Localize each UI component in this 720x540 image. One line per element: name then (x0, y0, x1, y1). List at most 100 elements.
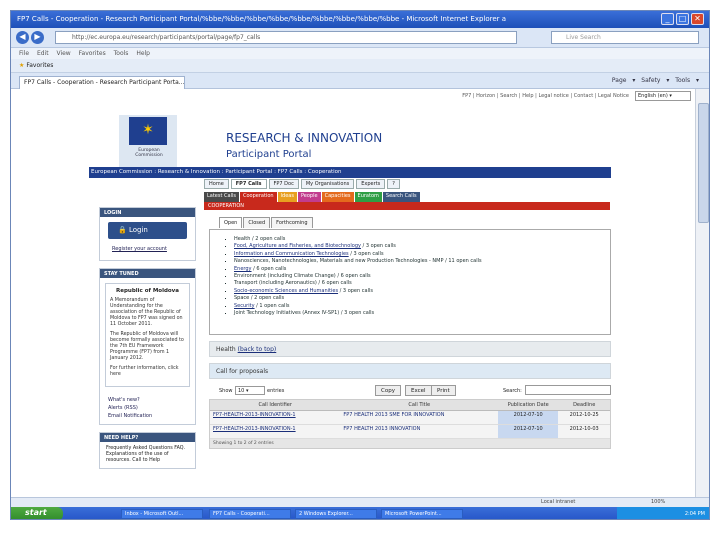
taskbar-item[interactable]: FP7 Calls - Cooperati... (209, 509, 291, 519)
theme-name[interactable]: Energy (234, 266, 252, 272)
url-input[interactable]: http://ec.europa.eu/research/participant… (55, 31, 517, 44)
theme-name[interactable]: Space (234, 295, 249, 301)
login-button[interactable]: 🔒 Login (108, 222, 187, 239)
login-header: LOGIN (100, 208, 195, 217)
call-id-cell[interactable]: FP7-HEALTH-2013-INNOVATION-1 (210, 424, 341, 439)
language-value: English (en) (638, 93, 668, 99)
theme-item: Information and Communication Technologi… (234, 251, 610, 258)
sub-nav-item[interactable]: People (297, 192, 321, 202)
close-button[interactable]: ✕ (691, 13, 704, 25)
language-select[interactable]: English (en) ▾ (635, 91, 691, 101)
email-link[interactable]: Email Notification (108, 412, 187, 420)
theme-calls: / 3 open calls (338, 287, 373, 294)
sub-nav-item[interactable]: Euratom (354, 192, 382, 202)
table-row[interactable]: FP7-HEALTH-2013-INNOVATION-1 FP7 HEALTH 2… (210, 410, 610, 425)
whats-new-link[interactable]: What's new? (108, 396, 187, 404)
column-header[interactable]: Deadline (558, 400, 610, 411)
taskbar-item[interactable]: Microsoft PowerPoint... (381, 509, 463, 519)
column-header[interactable]: Call Identifier (210, 400, 341, 411)
main-nav: Home FP7 Calls FP7 Doc My Organisations Expe… (204, 179, 402, 189)
sub-nav-item[interactable]: Search Calls (382, 192, 420, 202)
show-label: Show (219, 388, 233, 394)
sub-nav-item[interactable]: Latest Calls (204, 192, 239, 202)
table-search-input[interactable] (525, 385, 611, 395)
table-row[interactable]: FP7-HEALTH-2013-INNOVATION-1 FP7 HEALTH 2… (210, 424, 610, 439)
table-header-row: Call Identifier Call Title Publication Dat… (210, 400, 610, 411)
theme-name[interactable]: Security (234, 303, 255, 309)
calls-table: Call Identifier Call Title Publication Dat… (210, 400, 610, 439)
call-title-cell[interactable]: FP7 HEALTH 2013 SME FOR INNOVATION (340, 410, 499, 425)
main-nav-item[interactable]: Home (204, 179, 229, 189)
news-title: Republic of Moldova (116, 288, 179, 294)
scrollbar-thumb[interactable] (698, 103, 709, 223)
top-links[interactable]: FP7 | Horizon | Search | Help | Legal no… (462, 93, 629, 99)
theme-name[interactable]: Food, Agriculture and Fisheries, and Bio… (234, 243, 361, 249)
news-link[interactable]: For further information, click here (110, 366, 185, 378)
main-nav-item[interactable]: ? (387, 179, 400, 189)
breadcrumb[interactable]: European Commission : Research & Innovat… (89, 167, 611, 178)
print-button[interactable]: Print (431, 385, 456, 396)
maximize-button[interactable]: □ (676, 13, 689, 25)
theme-name[interactable]: Environment (including Climate Change) (234, 273, 336, 279)
help-text[interactable]: Frequently Asked Questions FAQ. Explanat… (100, 442, 195, 468)
theme-calls: / 1 open calls (254, 302, 290, 309)
theme-calls: / 3 open calls (348, 250, 384, 257)
themes-list: Health / 2 open callsFood, Agriculture a… (234, 236, 610, 317)
tab-1[interactable]: Closed (243, 217, 271, 228)
theme-item: Health / 2 open calls (234, 236, 610, 243)
start-button[interactable]: start (11, 507, 63, 519)
eu-logo[interactable]: ✶ European Commission (119, 115, 177, 171)
main-nav-item[interactable]: My Organisations (300, 179, 355, 189)
theme-name[interactable]: Information and Communication Technologi… (234, 251, 349, 257)
tab-0[interactable]: Open (219, 217, 243, 228)
site-header: ✶ European Commission RESEARCH & INNOVAT… (89, 105, 611, 173)
excel-button[interactable]: Excel (405, 385, 432, 396)
rss-link[interactable]: Alerts (RSS) (108, 404, 187, 412)
address-bar: ◀ ▶ http://ec.europa.eu/research/partici… (11, 28, 709, 48)
entries-select[interactable]: 10 ▾ (235, 386, 265, 395)
copy-button[interactable]: Copy (375, 385, 401, 396)
back-icon[interactable]: ◀ (16, 31, 29, 44)
column-header[interactable]: Call Title (340, 400, 499, 411)
theme-item: Joint Technology Initiatives (Annex IV-S… (234, 310, 610, 317)
sub-nav-item[interactable]: Ideas (277, 192, 297, 202)
browser-tab[interactable]: FP7 Calls - Cooperation - Research Parti… (19, 76, 185, 89)
news-paragraph: A Memorandum of Understanding for the as… (110, 298, 183, 327)
table-footer: Showing 1 to 2 of 2 entries (210, 438, 610, 448)
theme-item: Security / 1 open calls (234, 303, 610, 310)
browser-search-input[interactable]: Live Search (551, 31, 699, 44)
theme-name[interactable]: Joint Technology Initiatives (Annex IV-S… (234, 310, 339, 316)
tab-bar: FP7 Calls - Cooperation - Research Parti… (11, 73, 709, 89)
theme-item: Food, Agriculture and Fisheries, and Bio… (234, 243, 610, 250)
sub-nav-item[interactable]: Cooperation (239, 192, 277, 202)
menu-bar[interactable]: File Edit View Favorites Tools Help (11, 48, 709, 59)
theme-name[interactable]: Nanosciences, Nanotechnologies, Material… (234, 258, 444, 264)
taskbar-item[interactable]: Inbox - Microsoft Outl... (121, 509, 203, 519)
ie-tools[interactable]: Page ▾ Safety ▾ Tools ▾ (612, 77, 699, 84)
call-status-tabs: Open Closed Forthcoming (219, 217, 611, 229)
main-nav-item[interactable]: FP7 Doc (268, 179, 299, 189)
theme-name[interactable]: Health (234, 236, 250, 242)
vertical-scrollbar[interactable] (695, 89, 709, 497)
main-content: OpenClosedForthcoming Health / 2 open ca… (209, 211, 611, 449)
main-nav-item[interactable]: FP7 Calls (230, 179, 267, 189)
sub-nav-item[interactable]: Capacities (321, 192, 354, 202)
column-header[interactable]: Publication Date (498, 400, 559, 411)
favorites-button[interactable]: Favorites (26, 62, 53, 69)
taskbar-item[interactable]: 2 Windows Explorer... (295, 509, 377, 519)
forward-icon[interactable]: ▶ (31, 31, 44, 44)
theme-name[interactable]: Transport (including Aeronautics) (234, 280, 317, 286)
theme-name[interactable]: Socio-economic Sciences and Humanities (234, 288, 338, 294)
register-link[interactable]: Register your account (100, 243, 195, 260)
calls-header: Call for proposals (209, 363, 611, 379)
star-icon[interactable]: ★ (19, 62, 24, 69)
back-to-top-link[interactable]: (back to top) (238, 346, 277, 353)
browser-window: FP7 Calls - Cooperation - Research Parti… (10, 10, 710, 520)
theme-item: Transport (including Aeronautics) / 6 op… (234, 280, 610, 287)
call-id-cell[interactable]: FP7-HEALTH-2013-INNOVATION-1 (210, 410, 341, 425)
zoom-level[interactable]: 100% (651, 499, 665, 505)
minimize-button[interactable]: _ (661, 13, 674, 25)
call-title-cell[interactable]: FP7 HEALTH 2013 INNOVATION (340, 424, 499, 439)
tab-2[interactable]: Forthcoming (271, 217, 313, 228)
main-nav-item[interactable]: Experts (356, 179, 386, 189)
